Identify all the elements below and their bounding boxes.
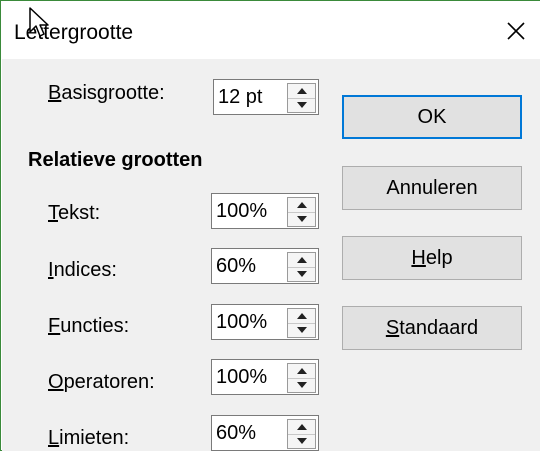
- indices-size-spinbox[interactable]: [211, 248, 319, 284]
- arrow-down-icon: [296, 382, 307, 389]
- ok-button[interactable]: OK: [342, 95, 522, 139]
- base-size-label: Basisgrootte:: [48, 82, 165, 104]
- limits-size-increment-button[interactable]: [288, 420, 315, 434]
- functions-size-input[interactable]: [212, 305, 288, 339]
- indices-size-input[interactable]: [212, 249, 288, 283]
- functions-size-spin-buttons[interactable]: [287, 308, 316, 338]
- text-size-spinbox[interactable]: [211, 193, 319, 229]
- arrow-up-icon: [296, 312, 307, 319]
- help-button-mnemonic: H: [411, 246, 426, 269]
- limits-size-decrement-button[interactable]: [288, 433, 315, 449]
- arrow-up-icon: [296, 256, 307, 263]
- indices-size-decrement-button[interactable]: [288, 266, 315, 282]
- limits-size-spinbox[interactable]: [211, 415, 319, 451]
- dialog-content: Basisgrootte: Relatieve grootten Tekst: …: [2, 59, 540, 451]
- cancel-button[interactable]: Annuleren: [342, 166, 522, 210]
- text-size-increment-button[interactable]: [288, 198, 315, 212]
- base-size-decrement-button[interactable]: [288, 97, 315, 113]
- operators-size-decrement-button[interactable]: [288, 377, 315, 393]
- functions-size-increment-button[interactable]: [288, 309, 315, 323]
- indices-label: Indices:: [48, 259, 117, 281]
- operators-size-increment-button[interactable]: [288, 364, 315, 378]
- operators-size-input[interactable]: [212, 360, 288, 394]
- arrow-down-icon: [296, 271, 307, 278]
- operators-size-spin-buttons[interactable]: [287, 363, 316, 393]
- text-label: Tekst:: [48, 202, 101, 224]
- limits-size-spin-buttons[interactable]: [287, 419, 316, 449]
- base-size-spinbox[interactable]: [213, 79, 319, 115]
- help-button-label: elp: [425, 246, 453, 269]
- text-size-spin-buttons[interactable]: [287, 197, 316, 227]
- operators-size-spinbox[interactable]: [211, 359, 319, 395]
- mouse-cursor-icon: [29, 7, 49, 37]
- base-size-increment-button[interactable]: [288, 84, 315, 98]
- text-size-decrement-button[interactable]: [288, 211, 315, 227]
- relative-sizes-heading: Relatieve grootten: [28, 149, 203, 171]
- arrow-down-icon: [296, 438, 307, 445]
- title-bar[interactable]: Lettergrootte: [1, 1, 540, 59]
- arrow-up-icon: [296, 201, 307, 208]
- functions-size-spinbox[interactable]: [211, 304, 319, 340]
- help-button[interactable]: Help: [342, 236, 522, 280]
- arrow-down-icon: [296, 327, 307, 334]
- default-button[interactable]: Standaard: [342, 306, 522, 350]
- close-icon: [507, 22, 525, 40]
- close-button[interactable]: [496, 13, 536, 49]
- functions-label: Functies:: [48, 315, 130, 337]
- base-size-input[interactable]: [214, 80, 288, 114]
- default-button-mnemonic: S: [385, 316, 400, 339]
- indices-size-increment-button[interactable]: [288, 253, 315, 267]
- arrow-down-icon: [296, 102, 307, 109]
- text-size-input[interactable]: [212, 194, 288, 228]
- operators-label: Operatoren:: [48, 371, 155, 393]
- arrow-up-icon: [296, 423, 307, 430]
- arrow-down-icon: [296, 216, 307, 223]
- limits-size-input[interactable]: [212, 416, 288, 450]
- default-button-label: tandaard: [399, 316, 479, 339]
- arrow-up-icon: [296, 87, 307, 94]
- arrow-up-icon: [296, 367, 307, 374]
- font-size-dialog: Lettergrootte Basisgrootte: Relatieve gr…: [0, 0, 540, 451]
- base-size-spin-buttons[interactable]: [287, 83, 316, 113]
- indices-size-spin-buttons[interactable]: [287, 252, 316, 282]
- functions-size-decrement-button[interactable]: [288, 322, 315, 338]
- limits-label: Limieten:: [48, 427, 130, 449]
